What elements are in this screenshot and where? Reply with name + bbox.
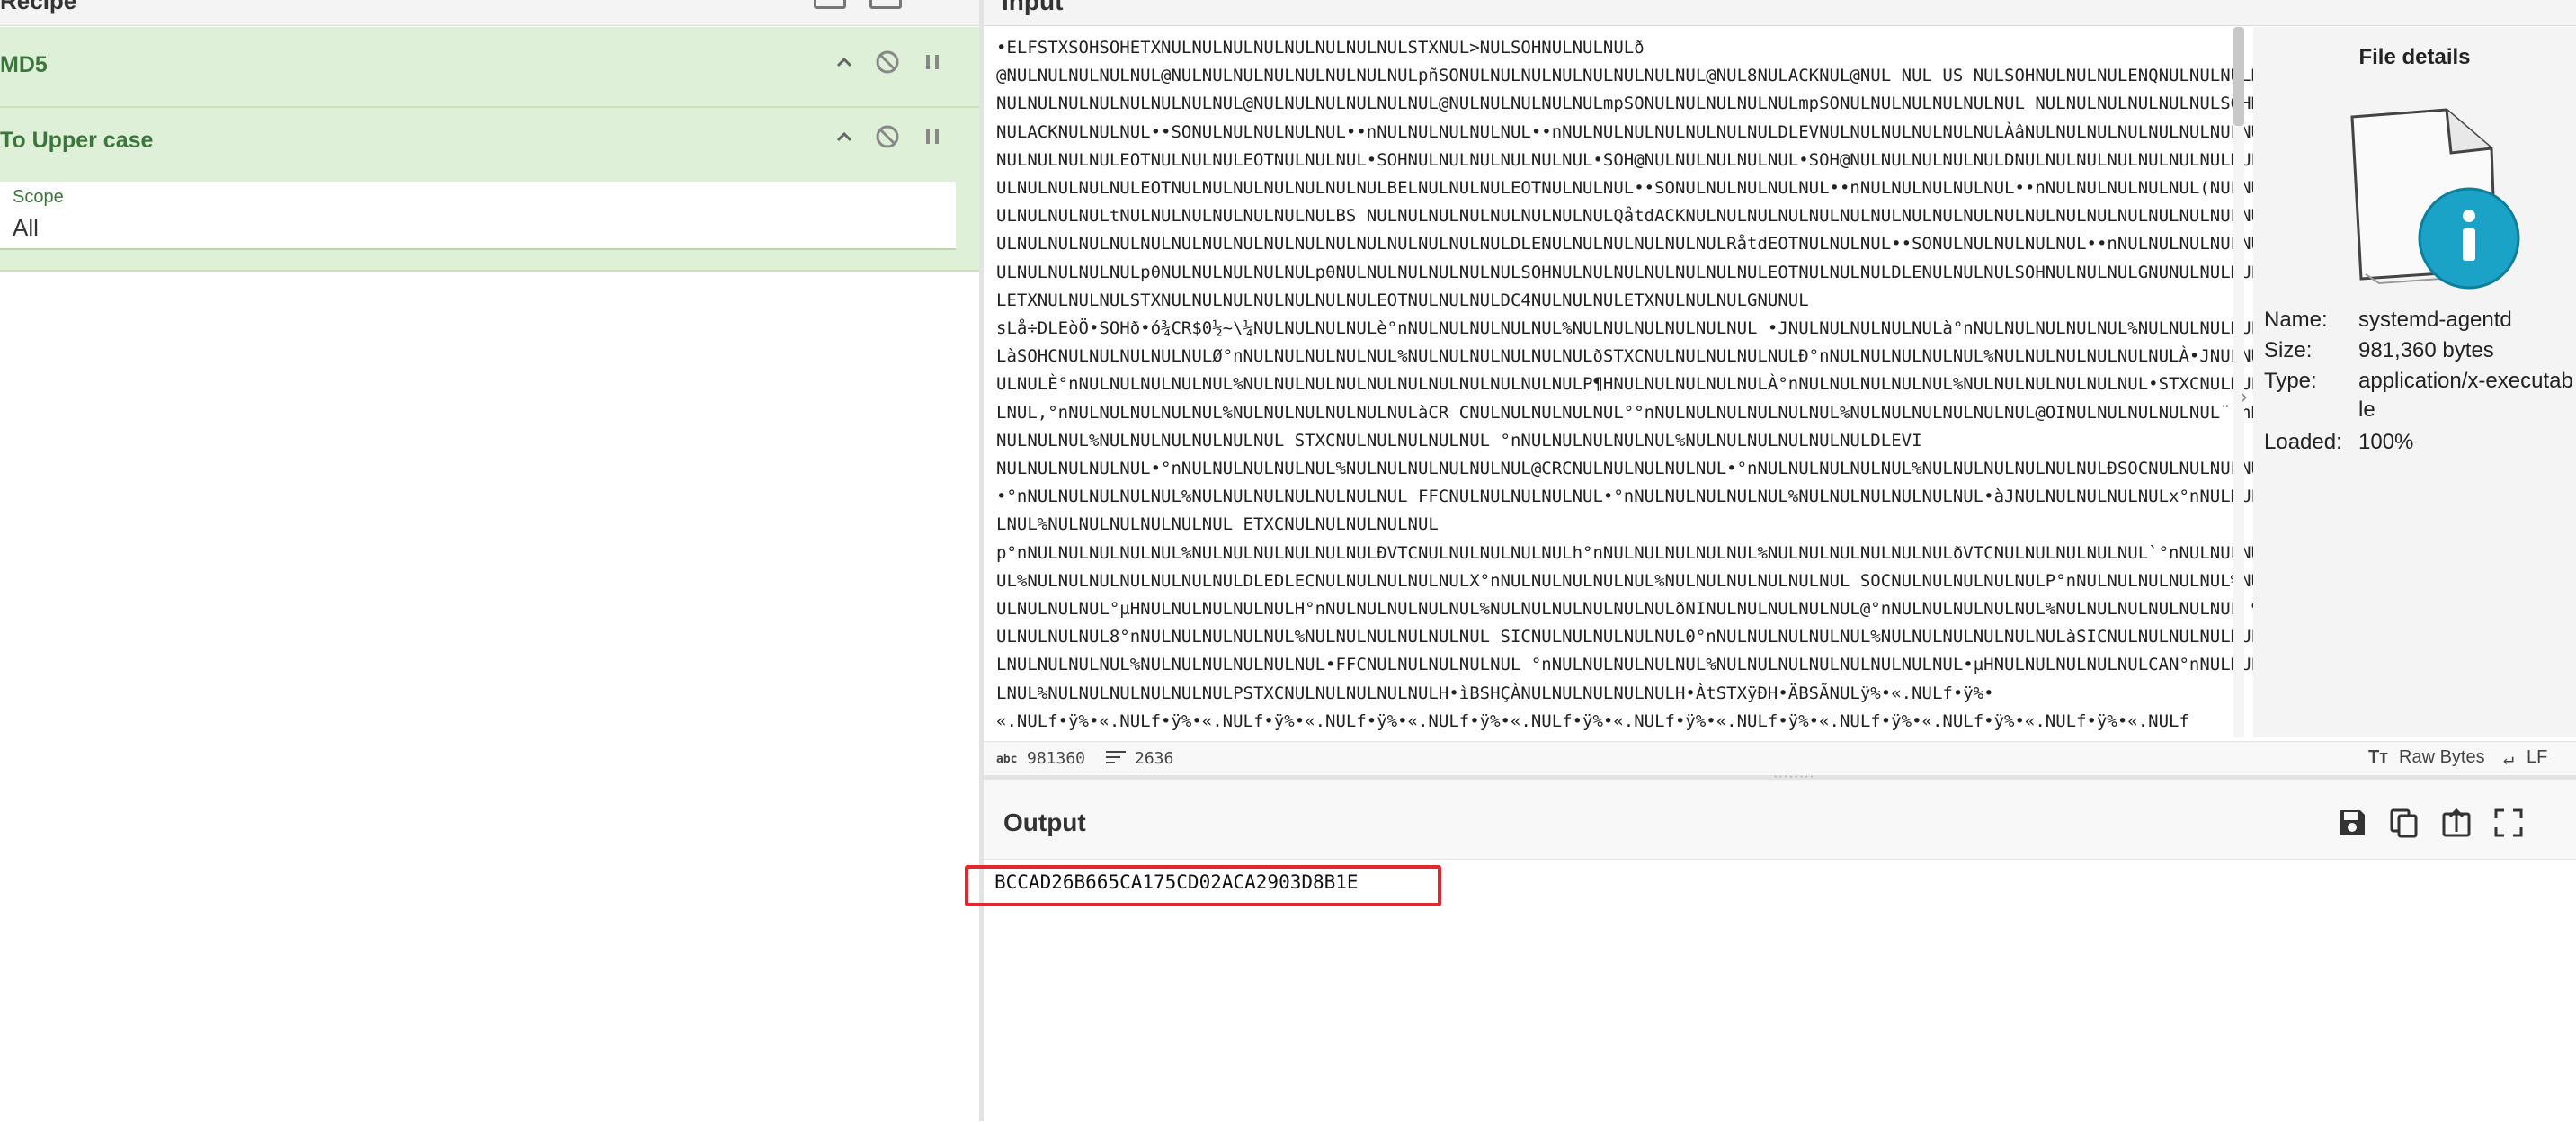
pause-icon[interactable] [917,47,948,77]
output-title: Output [1003,808,1086,836]
operation-name: MD5 [0,52,48,77]
chevron-right-icon[interactable]: › [2241,385,2247,408]
raw-bytes-button[interactable]: Raw Bytes [2399,747,2485,768]
save-recipe-button[interactable] [814,0,846,9]
input-scrollbar-thumb[interactable] [2233,27,2244,126]
eol-button[interactable]: LF [2527,747,2547,768]
input-lines: 2636 [1135,749,1174,768]
input-scrollbar[interactable] [2233,27,2244,737]
operation-name: To Upper case [0,128,154,153]
scope-dropdown[interactable]: Scope All [0,182,956,250]
disable-icon[interactable] [872,47,903,77]
chevron-up-icon[interactable] [829,47,860,77]
maximize-icon[interactable] [2492,807,2525,839]
file-details-title: File details [2358,45,2471,69]
output-highlight-box [965,865,1441,906]
file-name-value: systemd-agentd [2358,308,2512,332]
copy-icon[interactable] [2388,807,2420,839]
scope-label: Scope [13,187,64,207]
disable-icon[interactable] [872,121,903,152]
replace-input-icon[interactable] [2440,807,2473,839]
file-loaded-value: 100% [2358,430,2414,454]
file-size-key: Size: [2264,338,2313,362]
file-size-value: 981,360 bytes [2358,338,2494,362]
scope-value: All [13,214,39,241]
file-type-key: Type: [2264,369,2317,393]
file-loaded-key: Loaded: [2264,430,2342,454]
eol-icon[interactable]: ↵ [2503,747,2514,769]
recipe-header: Recipe [0,0,979,26]
recipe-pane: Recipe MD5 To Upper case Scope All [0,0,984,1121]
file-info-icon [2350,108,2520,290]
lines-icon [1106,749,1126,770]
save-icon[interactable] [2336,807,2368,839]
file-name-row: Name: systemd-agentd [2264,308,2512,333]
output-pane: · · · · · · · · Output BCCAD26B665CA175C… [984,769,2576,1125]
operation-to-upper-case[interactable]: To Upper case Scope All [0,108,979,272]
file-type-row: Type: application/x-executable [2264,369,2573,422]
file-name-key: Name: [2264,308,2328,332]
pause-icon[interactable] [917,121,948,152]
input-textarea[interactable]: •ELFSTXSOHSOHETXNULNULNULNULNULNULNULNUL… [996,34,2322,736]
input-title: Input [1002,0,1064,15]
file-size-row: Size: 981,360 bytes [2264,338,2494,363]
input-length: 981360 [1027,749,1086,768]
file-loaded-row: Loaded: 100% [2264,430,2413,455]
recipe-title: Recipe [0,0,77,14]
input-header: Input [984,0,2576,26]
input-pane: Input •ELFSTXSOHSOHETXNULNULNULNULNULNUL… [984,0,2576,776]
text-encoding-icon[interactable]: Tт [2368,747,2388,768]
load-recipe-button[interactable] [869,0,902,9]
operation-md5[interactable]: MD5 [0,27,979,108]
file-details-panel: File details Name: systemd-agentd Size: … [2253,27,2576,737]
chevron-up-icon[interactable] [829,121,860,152]
abc-icon: abc [996,753,1018,766]
file-type-value: application/x-executable [2358,369,2573,422]
output-header: Output [984,780,2576,860]
